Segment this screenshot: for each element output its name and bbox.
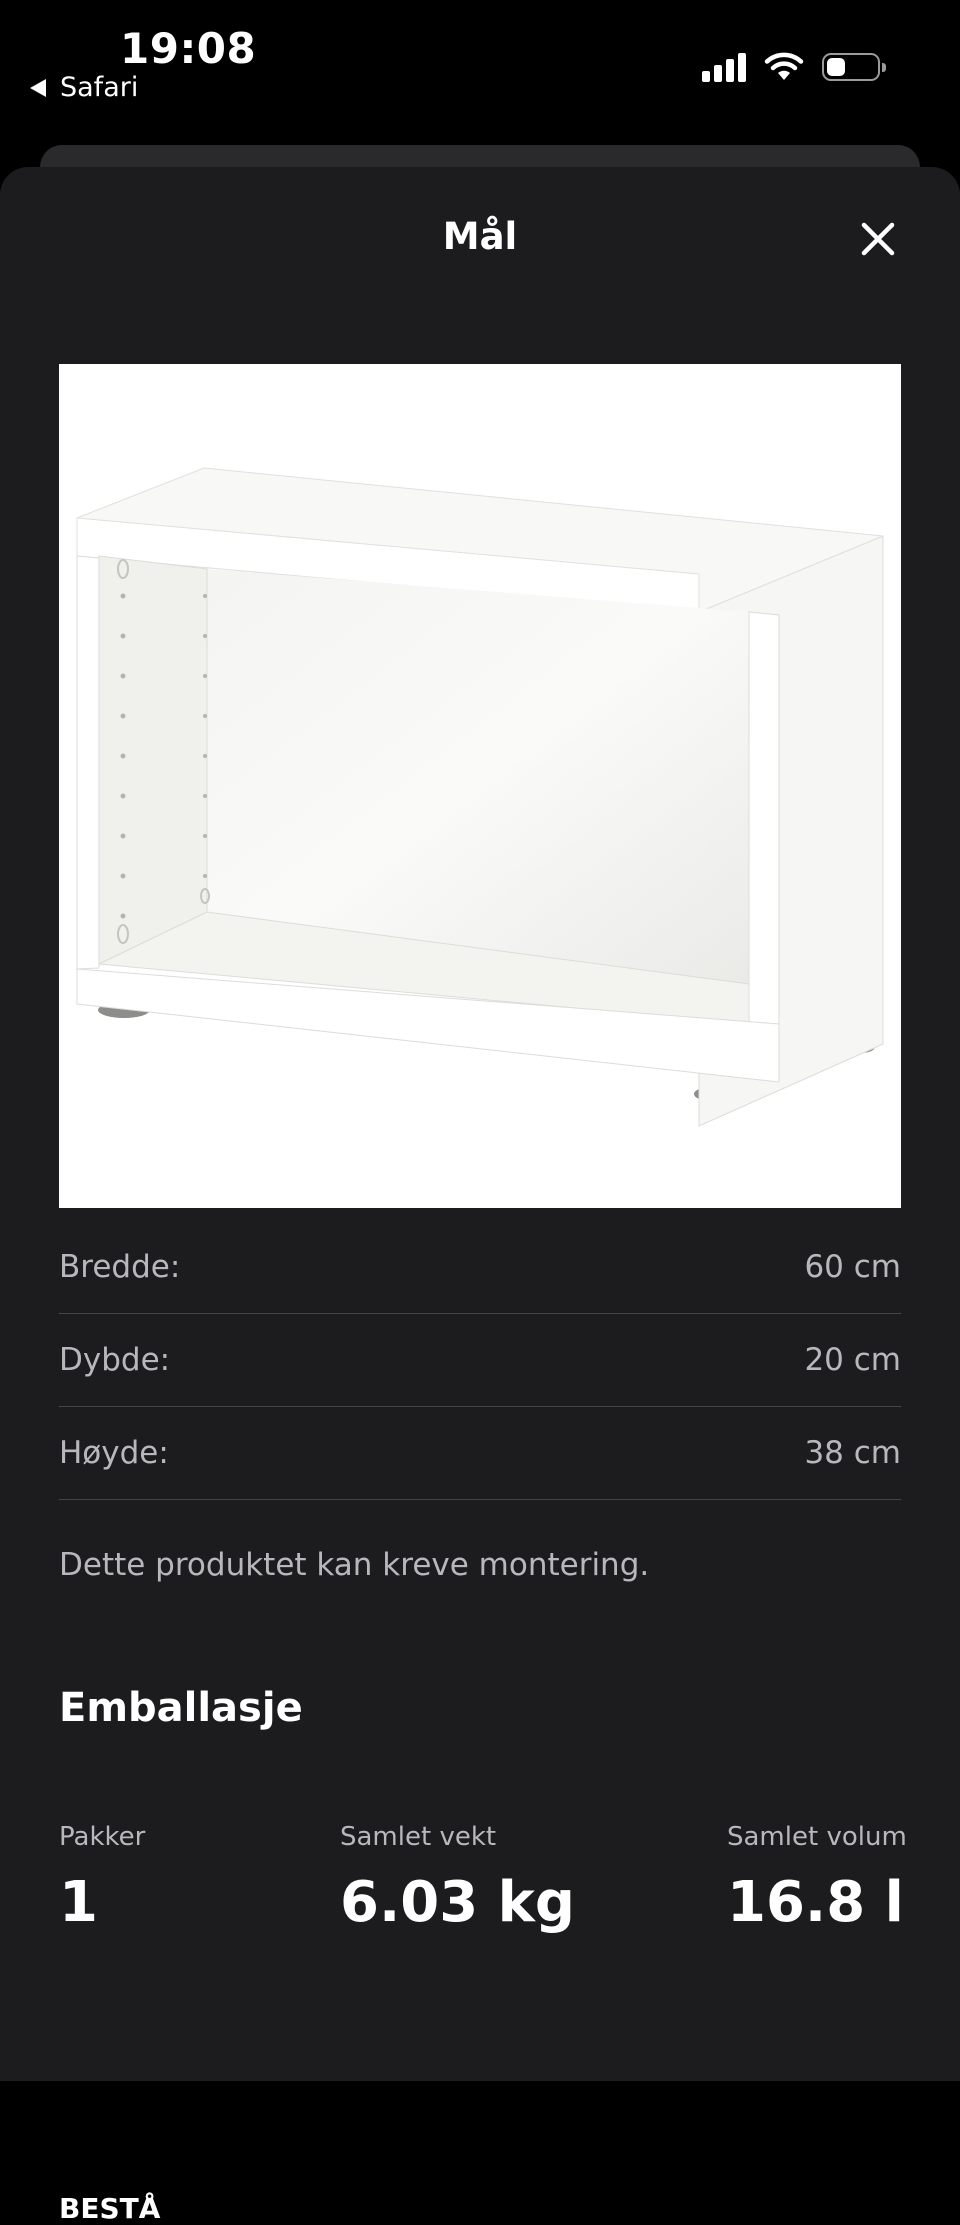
dimensions-sheet: Mål Bredde: 60 cm Dybde: 20 cm Høyde: 38… [0, 167, 960, 2225]
volume-stat: Samlet volum 16.8 l [727, 1822, 907, 1935]
weight-value: 6.03 kg [340, 1870, 575, 1935]
back-to-app-link[interactable]: Safari [30, 72, 138, 103]
status-time: 19:08 [120, 24, 257, 73]
product-name: BESTÅ [59, 2192, 161, 2225]
cellular-signal-icon [702, 52, 746, 82]
dimension-label: Bredde: [59, 1249, 181, 1285]
battery-icon [822, 53, 886, 81]
dimension-label: Høyde: [59, 1435, 169, 1471]
dimension-row-depth: Dybde: 20 cm [59, 1314, 901, 1407]
dimension-value: 20 cm [804, 1342, 901, 1378]
product-image [59, 364, 901, 1208]
back-triangle-icon [30, 78, 46, 97]
dimension-label: Dybde: [59, 1342, 171, 1378]
packages-stat: Pakker 1 [59, 1822, 145, 1935]
weight-stat: Samlet vekt 6.03 kg [340, 1822, 575, 1935]
dimensions-list: Bredde: 60 cm Dybde: 20 cm Høyde: 38 cm [59, 1221, 901, 1500]
volume-label: Samlet volum [727, 1822, 907, 1852]
shelf-illustration [76, 467, 884, 1127]
close-icon [861, 222, 895, 256]
weight-label: Samlet vekt [340, 1822, 497, 1852]
wifi-icon [764, 52, 804, 82]
sheet-title: Mål [442, 215, 518, 258]
dimension-row-height: Høyde: 38 cm [59, 1407, 901, 1500]
dimension-value: 60 cm [804, 1249, 901, 1285]
volume-value: 16.8 l [727, 1870, 904, 1935]
assembly-note: Dette produktet kan kreve montering. [59, 1547, 650, 1583]
status-bar: 19:08 Safari [0, 0, 960, 140]
packages-value: 1 [59, 1870, 98, 1935]
status-indicators [702, 52, 886, 82]
close-button[interactable] [854, 215, 902, 263]
dimension-value: 38 cm [804, 1435, 901, 1471]
packaging-heading: Emballasje [59, 1685, 303, 1731]
packages-label: Pakker [59, 1822, 146, 1852]
dimension-row-width: Bredde: 60 cm [59, 1221, 901, 1314]
back-app-label: Safari [60, 72, 139, 103]
